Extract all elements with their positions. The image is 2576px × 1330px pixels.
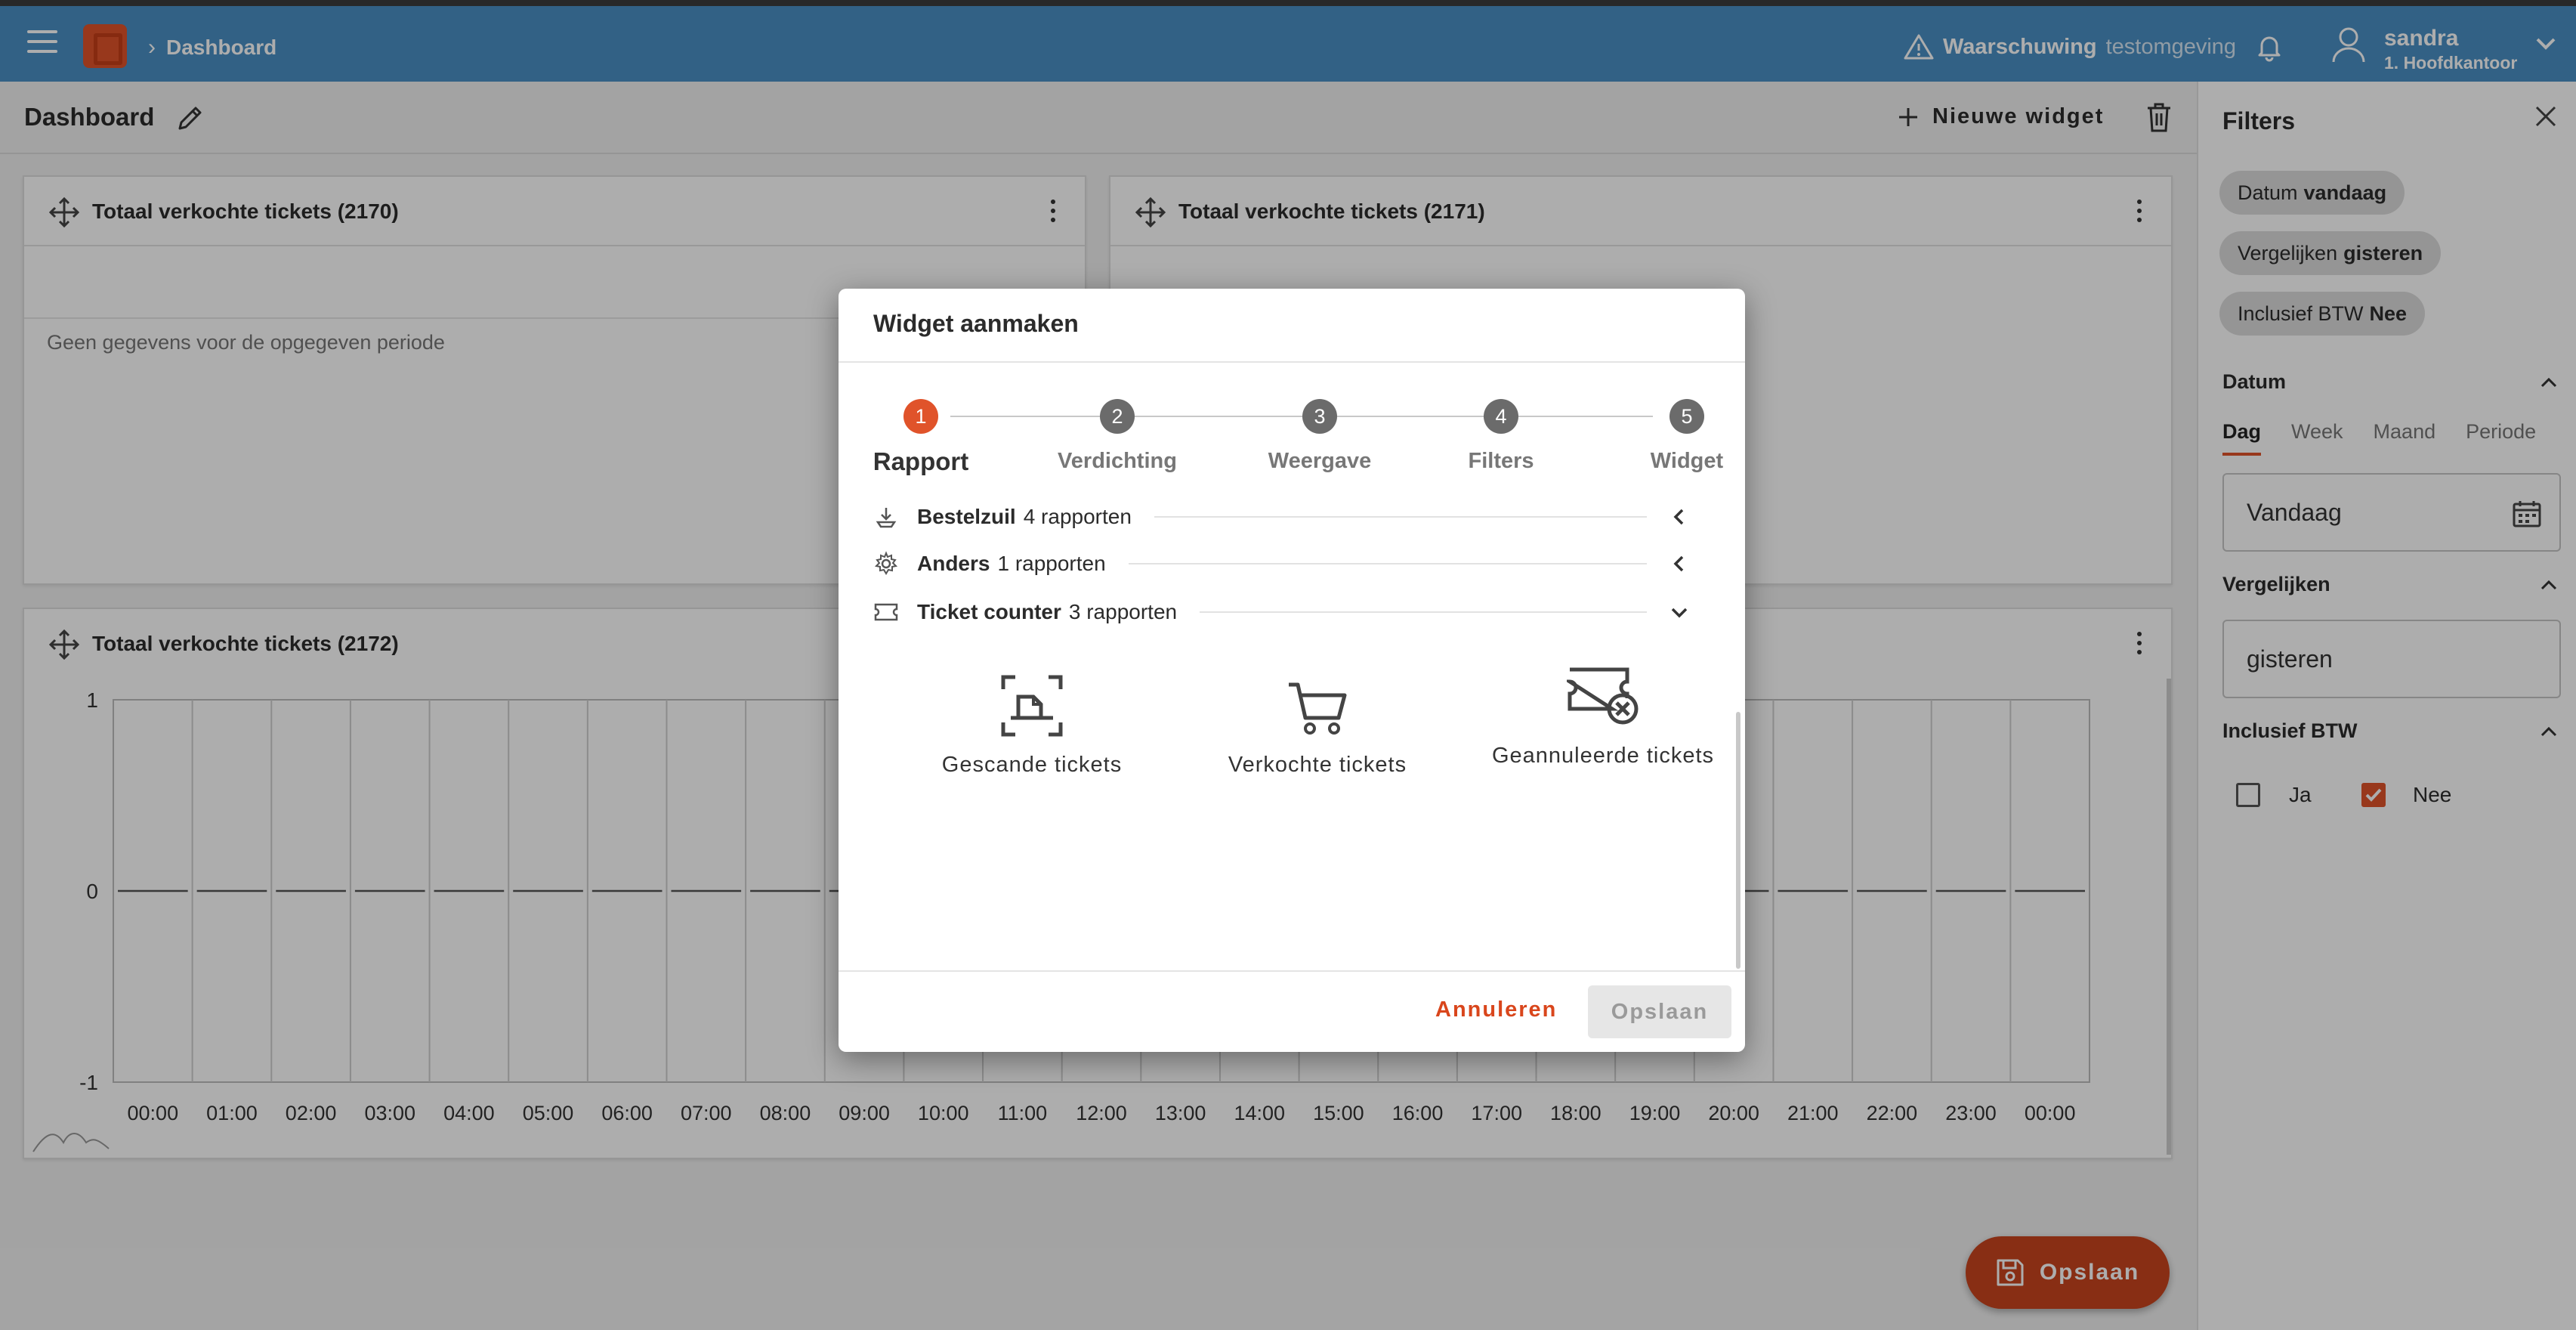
step-4-label: Filters: [1468, 449, 1534, 473]
report-label: Gescande tickets: [941, 753, 1123, 777]
category-name: Ticket counter: [917, 600, 1061, 623]
create-widget-dialog: Widget aanmaken 1 2 3 4 5 Rapport Verdic…: [839, 289, 1745, 1052]
step-2-indicator[interactable]: 2: [1100, 399, 1135, 434]
step-3-indicator[interactable]: 3: [1302, 399, 1337, 434]
category-bestelzuil[interactable]: Bestelzuil 4 rapporten: [873, 508, 1689, 540]
report-label: Verkochte tickets: [1228, 753, 1407, 777]
chevron-down-icon[interactable]: [1669, 602, 1689, 622]
category-name: Anders: [917, 552, 990, 575]
chevron-left-icon[interactable]: [1669, 554, 1689, 574]
cart-icon: [1289, 682, 1347, 735]
step-3-label: Weergave: [1268, 449, 1372, 473]
step-5-label: Widget: [1650, 449, 1724, 473]
report-geannuleerde-tickets[interactable]: Geannuleerde tickets: [1482, 665, 1724, 769]
step-1-label: Rapport: [873, 447, 969, 475]
step-2-label: Verdichting: [1058, 449, 1177, 473]
dialog-title: Widget aanmaken: [873, 310, 1079, 337]
stepper-line: [950, 416, 1653, 417]
save-button[interactable]: Opslaan: [1588, 985, 1731, 1038]
report-verkochte-tickets[interactable]: Verkochte tickets: [1197, 679, 1438, 778]
step-1-indicator[interactable]: 1: [903, 399, 938, 434]
category-count: 4 rapporten: [1023, 508, 1132, 528]
category-count: 3 rapporten: [1068, 600, 1178, 623]
scan-ticket-icon: [1001, 675, 1063, 737]
divider: [839, 361, 1745, 363]
divider: [839, 970, 1745, 972]
cancel-ticket-icon: [1567, 667, 1639, 725]
chevron-left-icon[interactable]: [1669, 508, 1689, 527]
report-gescande-tickets[interactable]: Gescande tickets: [911, 674, 1153, 778]
gear-icon: [874, 551, 898, 575]
category-count: 1 rapporten: [997, 552, 1106, 575]
report-label: Geannuleerde tickets: [1491, 744, 1715, 768]
kiosk-icon: [876, 508, 897, 528]
step-4-indicator[interactable]: 4: [1484, 399, 1518, 434]
category-anders[interactable]: Anders 1 rapporten: [873, 541, 1689, 586]
dialog-scrollbar[interactable]: [1736, 712, 1740, 969]
category-name: Bestelzuil: [917, 508, 1016, 528]
ticket-icon: [874, 603, 898, 621]
step-5-indicator[interactable]: 5: [1669, 399, 1704, 434]
category-ticket-counter[interactable]: Ticket counter 3 rapporten: [873, 589, 1689, 635]
cancel-button[interactable]: Annuleren: [1435, 998, 1557, 1022]
